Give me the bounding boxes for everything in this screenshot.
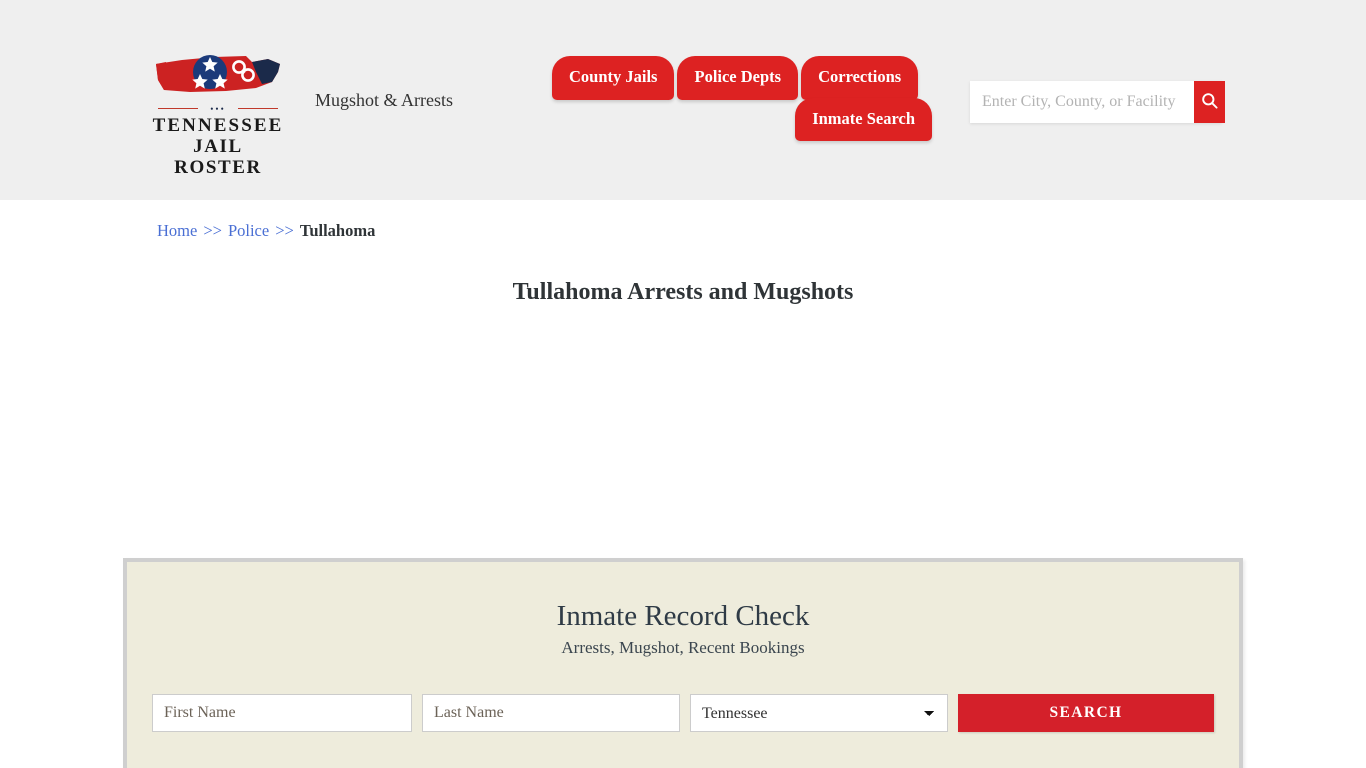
breadcrumb: Home >> Police >> Tullahoma (0, 200, 1366, 241)
nav-item-inmate-search[interactable]: Inmate Search (795, 97, 932, 141)
state-select[interactable]: Tennessee (690, 694, 948, 733)
main-navigation: County Jails Police Depts Corrections In… (552, 56, 932, 146)
breadcrumb-item-current: Tullahoma (299, 221, 376, 240)
breadcrumb-item-home[interactable]: Home (157, 221, 197, 240)
inmate-search-form: Tennessee SEARCH (152, 694, 1214, 733)
page-title: Tullahoma Arrests and Mugshots (512, 279, 854, 305)
nav-item-county-jails[interactable]: County Jails (552, 56, 675, 100)
inmate-search-submit-button[interactable]: SEARCH (958, 694, 1214, 733)
nav-item-corrections[interactable]: Corrections (801, 56, 919, 100)
tennessee-state-handcuffs-logo (152, 50, 284, 102)
page-body: Home >> Police >> Tullahoma Tullahoma Arrest… (0, 200, 1366, 768)
last-name-input[interactable] (422, 694, 680, 733)
breadcrumb-separator-1: >> (203, 221, 222, 240)
inmate-record-check-card: Inmate Record Check Arrests, Mugshot, Re… (123, 558, 1243, 768)
logo-text-line1: TENNESSEE (152, 115, 284, 136)
nav-row-primary: County Jails Police Depts Corrections (552, 56, 932, 100)
site-tagline: Mugshot & Arrests (315, 90, 454, 110)
breadcrumb-separator-2: >> (275, 221, 294, 240)
logo-divider: ••• (158, 104, 278, 114)
logo-text: TENNESSEE JAIL ROSTER (152, 115, 284, 178)
card-subtitle: Arrests, Mugshot, Recent Bookings (561, 638, 805, 658)
logo-text-line2: JAIL ROSTER (174, 136, 262, 178)
logo-dots: ••• (210, 104, 226, 114)
site-header: ••• TENNESSEE JAIL ROSTER Mugshot & Arre… (0, 0, 1366, 200)
site-logo[interactable]: ••• TENNESSEE JAIL ROSTER (152, 50, 284, 178)
search-icon (1200, 91, 1219, 113)
header-inner: ••• TENNESSEE JAIL ROSTER Mugshot & Arre… (0, 0, 1366, 200)
card-title: Inmate Record Check (556, 600, 810, 632)
first-name-input[interactable] (152, 694, 412, 733)
header-search-button[interactable] (1194, 81, 1225, 123)
header-search (970, 81, 1225, 123)
nav-item-police-depts[interactable]: Police Depts (677, 56, 799, 100)
breadcrumb-item-police[interactable]: Police (228, 221, 269, 240)
header-search-input[interactable] (970, 81, 1194, 123)
nav-row-secondary: Inmate Search (552, 97, 932, 141)
